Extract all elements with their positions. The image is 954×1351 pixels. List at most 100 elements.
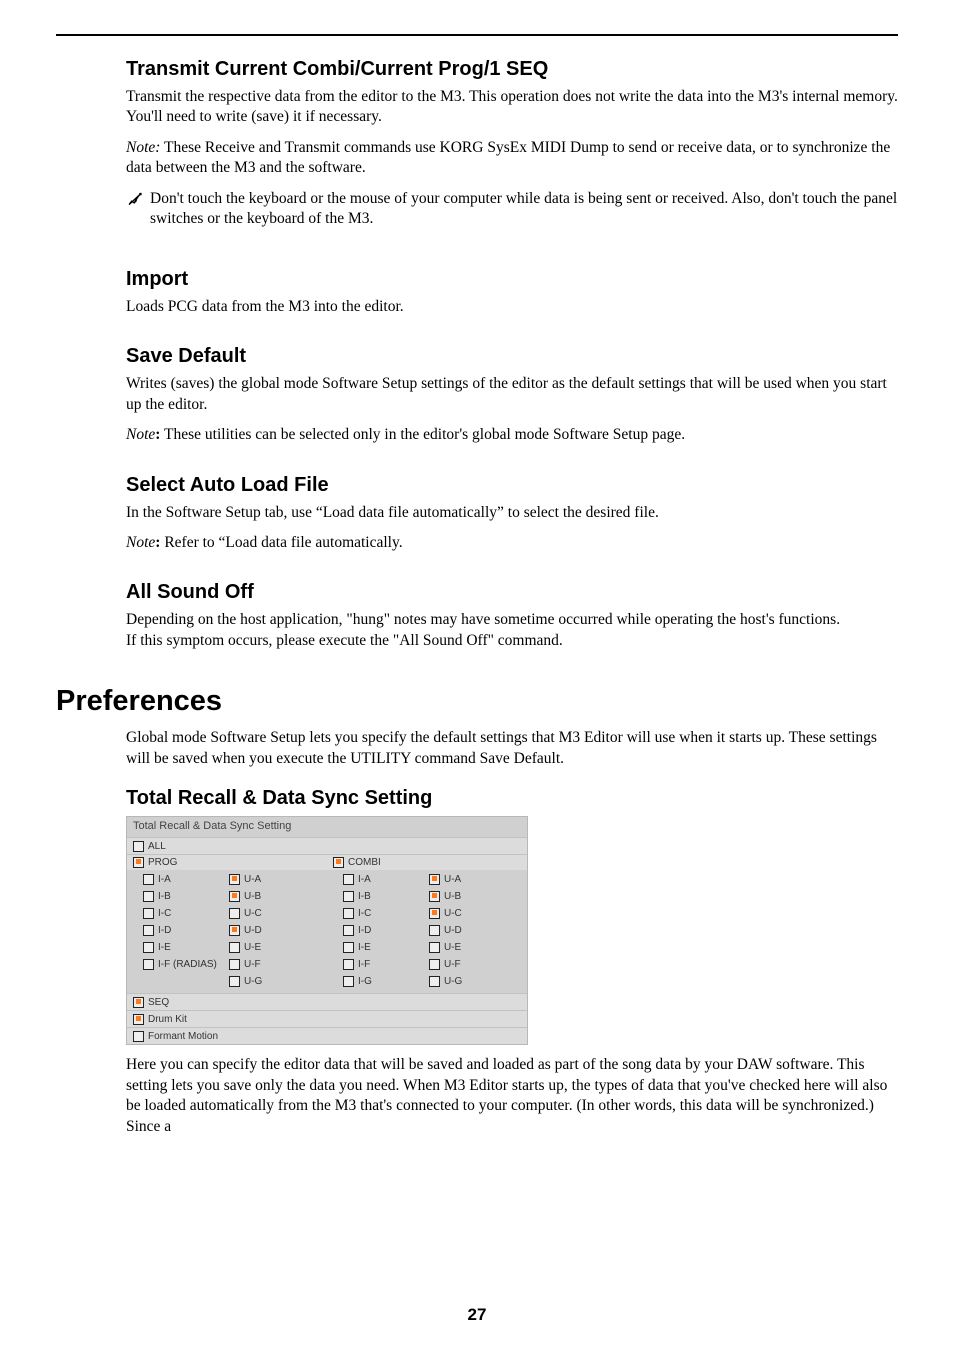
checkbox-pair: I-AU-A: [127, 871, 327, 888]
section-title-all-sound-off: All Sound Off: [126, 581, 898, 604]
checkbox-combi-u-b[interactable]: [429, 891, 440, 902]
checkbox-label: COMBI: [348, 857, 381, 868]
checkbox-label: I-B: [358, 891, 371, 902]
checkbox-label: ALL: [148, 841, 166, 852]
paragraph: Transmit the respective data from the ed…: [126, 87, 898, 128]
checkbox-prog-u-d[interactable]: [229, 925, 240, 936]
paragraph: Global mode Software Setup lets you spec…: [126, 728, 898, 769]
section-title-preferences: Preferences: [56, 685, 898, 718]
checkbox-prog[interactable]: [133, 857, 144, 868]
checkbox-prog-u-a[interactable]: [229, 874, 240, 885]
checkbox-prog-u-g[interactable]: [229, 976, 240, 987]
note-text: These utilities can be selected only in …: [160, 426, 685, 443]
checkbox-label: U-B: [444, 891, 461, 902]
checkbox-combi-i-b[interactable]: [343, 891, 354, 902]
prog-list: I-AU-AI-BU-BI-CU-CI-DU-DI-EU-EI-F (RADIA…: [127, 870, 327, 993]
combi-list: I-A U-A I-B U-B I-C U-C I-D U-D I-EU-E I-F U-F I-GU…: [327, 870, 527, 993]
note-label: Note: [126, 426, 155, 443]
checkbox-prog-i-d[interactable]: [143, 925, 154, 936]
checkbox-pair: U-G: [127, 973, 327, 990]
checkbox-combi-i-f[interactable]: [343, 959, 354, 970]
section-title-save-default: Save Default: [126, 345, 898, 368]
checkbox-combi-u-f[interactable]: [429, 959, 440, 970]
checkbox-label: U-D: [244, 925, 262, 936]
checkbox-prog-i-f (radias)[interactable]: [143, 959, 154, 970]
checkbox-pair: I-B U-B: [127, 888, 327, 905]
checkbox-label: U-C: [444, 908, 462, 919]
section-title-import: Import: [126, 268, 898, 291]
checkbox-combi-u-d[interactable]: [429, 925, 440, 936]
checkbox-drumkit[interactable]: [133, 1014, 144, 1025]
figure-title: Total Recall & Data Sync Setting: [127, 817, 527, 837]
checkbox-formant[interactable]: [133, 1031, 144, 1042]
section-title-transmit: Transmit Current Combi/Current Prog/1 SE…: [126, 58, 898, 81]
checkbox-label: U-E: [244, 942, 261, 953]
checkbox-combi[interactable]: [333, 857, 344, 868]
checkbox-label: U-B: [244, 891, 261, 902]
note-text: These Receive and Transmit commands use …: [126, 139, 890, 176]
paragraph: Depending on the host application, "hung…: [126, 610, 898, 630]
checkbox-label: U-G: [244, 976, 262, 987]
checkbox-prog-i-e[interactable]: [143, 942, 154, 953]
paragraph-note: Note: These utilities can be selected on…: [126, 425, 898, 445]
checkbox-combi-i-d[interactable]: [343, 925, 354, 936]
checkbox-label: SEQ: [148, 997, 169, 1008]
checkbox-combi-i-c[interactable]: [343, 908, 354, 919]
checkbox-row-formant[interactable]: Formant Motion: [127, 1027, 527, 1044]
checkbox-label: I-A: [358, 874, 371, 885]
checkbox-all[interactable]: [133, 841, 144, 852]
checkbox-combi-u-a[interactable]: [429, 874, 440, 885]
checkbox-row-combi[interactable]: COMBI: [327, 854, 527, 870]
checkbox-label: U-F: [444, 959, 461, 970]
checkbox-row-all[interactable]: ALL: [127, 837, 527, 854]
checkbox-label: U-F: [244, 959, 261, 970]
checkbox-prog-i-a[interactable]: [143, 874, 154, 885]
checkbox-label: U-E: [444, 942, 461, 953]
checkbox-prog-u-e[interactable]: [229, 942, 240, 953]
checkbox-label: I-D: [358, 925, 371, 936]
group-prog: PROG I-AU-AI-BU-BI-CU-CI-DU-DI-EU-EI-F (…: [127, 854, 327, 993]
checkbox-prog-u-f[interactable]: [229, 959, 240, 970]
checkbox-label: I-D: [158, 925, 171, 936]
paragraph: In the Software Setup tab, use “Load dat…: [126, 503, 898, 523]
checkbox-combi-i-a[interactable]: [343, 874, 354, 885]
checkbox-combi-u-c[interactable]: [429, 908, 440, 919]
section-title-select-auto: Select Auto Load File: [126, 474, 898, 497]
checkbox-row-seq[interactable]: SEQ: [127, 993, 527, 1010]
checkbox-pair: I-D U-D: [327, 922, 527, 939]
section-title-total-recall: Total Recall & Data Sync Setting: [126, 787, 898, 810]
paragraph: If this symptom occurs, please execute t…: [126, 631, 898, 651]
note-text: Refer to “Load data file automatically.: [160, 534, 402, 551]
checkbox-combi-i-e[interactable]: [343, 942, 354, 953]
checkbox-pair: I-GU-G: [327, 973, 527, 990]
checkbox-label: I-C: [358, 908, 371, 919]
checkbox-pair: I-D U-D: [127, 922, 327, 939]
checkbox-label: U-A: [244, 874, 261, 885]
checkbox-combi-u-g[interactable]: [429, 976, 440, 987]
paragraph-note: Note: These Receive and Transmit command…: [126, 138, 898, 179]
checkbox-label: I-B: [158, 891, 171, 902]
checkbox-prog-i-b[interactable]: [143, 891, 154, 902]
checkbox-prog-i-c[interactable]: [143, 908, 154, 919]
checkbox-row-prog[interactable]: PROG: [127, 854, 327, 870]
note-label: Note:: [126, 139, 160, 156]
checkbox-label: I-F: [358, 959, 370, 970]
checkbox-prog-u-c[interactable]: [229, 908, 240, 919]
checkbox-label: Formant Motion: [148, 1031, 218, 1042]
paragraph: Loads PCG data from the M3 into the edit…: [126, 297, 898, 317]
checkbox-label: U-A: [444, 874, 461, 885]
checkbox-row-drumkit[interactable]: Drum Kit: [127, 1010, 527, 1027]
checkbox-combi-i-g[interactable]: [343, 976, 354, 987]
checkbox-prog-u-b[interactable]: [229, 891, 240, 902]
warning-row: Don't touch the keyboard or the mouse of…: [126, 189, 898, 240]
paragraph-note: Note: Refer to “Load data file automatic…: [126, 533, 898, 553]
checkbox-pair: I-EU-E: [327, 939, 527, 956]
checkbox-pair: I-F U-F: [327, 956, 527, 973]
page-number: 27: [0, 1305, 954, 1325]
checkbox-combi-u-e[interactable]: [429, 942, 440, 953]
checkbox-pair: I-A U-A: [327, 871, 527, 888]
checkbox-pair: I-CU-C: [127, 905, 327, 922]
checkbox-label: U-D: [444, 925, 462, 936]
checkbox-seq[interactable]: [133, 997, 144, 1008]
checkbox-label: I-C: [158, 908, 171, 919]
